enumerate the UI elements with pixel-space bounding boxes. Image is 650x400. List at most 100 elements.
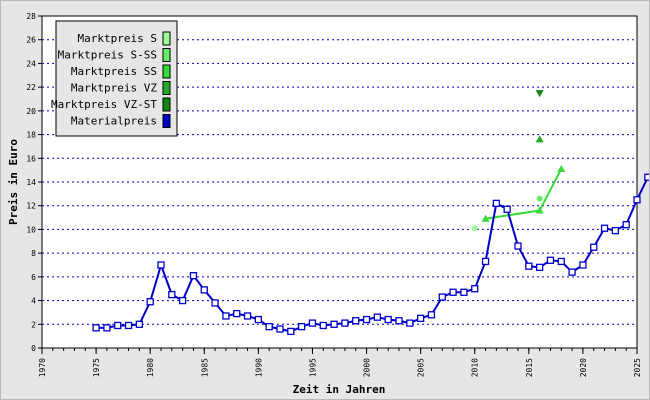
y-tick-label-6: 6 xyxy=(31,273,36,282)
x-tick-label-1975: 1975 xyxy=(92,358,101,377)
data-point-materialpreis-5 xyxy=(146,298,154,306)
x-tick-label-2025: 2025 xyxy=(633,358,642,377)
legend-swatch-marktpreis-s xyxy=(162,31,171,46)
y-tick-label-24: 24 xyxy=(26,59,36,68)
data-point-materialpreis-23 xyxy=(341,319,349,327)
y-tick-label-10: 10 xyxy=(26,225,36,234)
x-axis-title: Zeit in Jahren xyxy=(293,383,386,396)
data-point-materialpreis-20 xyxy=(308,319,317,327)
data-point-materialpreis-32 xyxy=(438,293,446,301)
x-tick-label-1970: 1970 xyxy=(38,358,47,377)
data-point-materialpreis-18 xyxy=(287,327,295,336)
y-tick-label-0: 0 xyxy=(31,344,36,353)
data-point-materialpreis-34 xyxy=(460,288,468,296)
y-tick-label-12: 12 xyxy=(26,202,36,211)
legend: Marktpreis S Marktpreis S-SS Marktpreis SS… xyxy=(51,20,178,137)
data-point-materialpreis-8 xyxy=(178,296,187,305)
data-point-materialpreis-12 xyxy=(222,312,230,320)
legend-label-marktpreis-vz-st: Marktpreis VZ-ST xyxy=(51,98,157,111)
data-point-materialpreis-24 xyxy=(352,317,360,325)
x-tick-label-1995: 1995 xyxy=(308,358,317,377)
data-point-materialpreis-14 xyxy=(243,312,252,320)
y-tick-label-28: 28 xyxy=(26,12,36,21)
data-point-materialpreis-7 xyxy=(168,290,176,299)
data-point-materialpreis-10 xyxy=(200,286,208,294)
y-tick-label-4: 4 xyxy=(31,297,36,306)
legend-swatch-marktpreis-ss xyxy=(162,64,171,79)
chart-canvas: 02468101214161820222426281970 1975 1980 198… xyxy=(7,12,649,396)
data-point-materialpreis-41 xyxy=(535,263,544,272)
data-point-materialpreis-2 xyxy=(114,321,122,330)
data-point-materialpreis-11 xyxy=(211,299,219,307)
data-point-materialpreis-3 xyxy=(124,321,133,330)
data-point-materialpreis-43 xyxy=(557,257,565,266)
x-tick-label-2020: 2020 xyxy=(579,358,588,377)
data-point-materialpreis-17 xyxy=(276,325,284,333)
data-point-materialpreis-13 xyxy=(233,309,241,318)
data-point-materialpreis-50 xyxy=(633,196,641,204)
data-point-materialpreis-27 xyxy=(384,315,392,324)
legend-swatch-materialpreis xyxy=(162,114,171,128)
series-marktpreis-s xyxy=(471,225,478,232)
data-point-materialpreis-33 xyxy=(449,288,457,296)
y-tick-label-8: 8 xyxy=(31,249,36,258)
y-tick-label-26: 26 xyxy=(26,36,36,45)
data-point-materialpreis-26 xyxy=(373,313,382,321)
data-point-materialpreis-46 xyxy=(590,243,598,251)
y-tick-label-20: 20 xyxy=(26,107,36,116)
legend-swatch-marktpreis-s-ss xyxy=(162,48,171,62)
data-point-materialpreis-19 xyxy=(297,323,306,331)
data-point-materialpreis-21 xyxy=(319,321,327,330)
data-point-materialpreis-48 xyxy=(611,226,620,235)
data-point-materialpreis-44 xyxy=(568,268,576,276)
x-tick-label-1985: 1985 xyxy=(200,358,209,377)
data-point-materialpreis-22 xyxy=(330,320,338,328)
y-tick-label-22: 22 xyxy=(26,83,36,92)
data-point-materialpreis-35 xyxy=(471,285,479,293)
data-point-materialpreis-4 xyxy=(135,320,144,328)
legend-label-marktpreis-s: Marktpreis S xyxy=(78,32,157,45)
data-point-materialpreis-31 xyxy=(427,311,436,319)
data-point-materialpreis-37 xyxy=(492,199,501,207)
data-point-materialpreis-28 xyxy=(395,317,403,325)
data-point-materialpreis-49 xyxy=(622,221,630,229)
data-point-materialpreis-47 xyxy=(600,224,609,232)
legend-label-marktpreis-vz: Marktpreis VZ xyxy=(71,82,157,95)
data-point-materialpreis-1 xyxy=(103,324,111,332)
data-point-materialpreis-36 xyxy=(481,257,490,266)
x-tick-label-2015: 2015 xyxy=(525,358,534,377)
legend-label-marktpreis-ss: Marktpreis SS xyxy=(71,65,157,78)
x-tick-label-2005: 2005 xyxy=(417,358,426,377)
price-chart: 0 2 4 6 8 10 12 14 16 18 20 22 24 26 28 1970 1975 1980 198… xyxy=(0,0,650,400)
x-tick-label-1990: 1990 xyxy=(254,358,263,377)
data-point-materialpreis-15 xyxy=(254,315,263,324)
x-tick-label-2010: 2010 xyxy=(471,358,480,377)
y-tick-label-16: 16 xyxy=(26,154,36,163)
y-axis-title: Preis in Euro xyxy=(7,139,20,225)
y-tick-label-14: 14 xyxy=(26,178,36,187)
x-tick-label-2000: 2000 xyxy=(363,358,372,377)
data-point-marktpreis-s-0 xyxy=(471,225,478,232)
data-point-materialpreis-30 xyxy=(416,314,425,323)
y-tick-label-18: 18 xyxy=(26,131,36,140)
legend-label-marktpreis-s-ss: Marktpreis S-SS xyxy=(58,49,157,62)
data-point-materialpreis-9 xyxy=(189,272,198,280)
legend-label-materialpreis: Materialpreis xyxy=(71,115,157,128)
y-tick-label-2: 2 xyxy=(31,320,36,329)
data-point-materialpreis-42 xyxy=(546,256,555,264)
data-point-materialpreis-29 xyxy=(406,319,414,327)
data-point-materialpreis-39 xyxy=(514,242,522,250)
data-point-marktpreis-s-ss-0 xyxy=(536,195,543,202)
data-point-materialpreis-38 xyxy=(503,205,511,213)
data-point-materialpreis-25 xyxy=(362,315,371,324)
data-point-materialpreis-51 xyxy=(644,173,649,181)
x-tick-label-1980: 1980 xyxy=(146,358,155,377)
data-point-materialpreis-0 xyxy=(92,324,100,332)
legend-swatch-marktpreis-vz xyxy=(162,81,171,95)
data-point-materialpreis-45 xyxy=(579,261,587,269)
legend-swatch-marktpreis-vz-st xyxy=(162,97,171,112)
series-marktpreis-s-ss xyxy=(536,195,543,202)
data-point-materialpreis-6 xyxy=(157,261,165,269)
data-point-materialpreis-40 xyxy=(525,262,533,270)
data-point-materialpreis-16 xyxy=(265,323,273,331)
